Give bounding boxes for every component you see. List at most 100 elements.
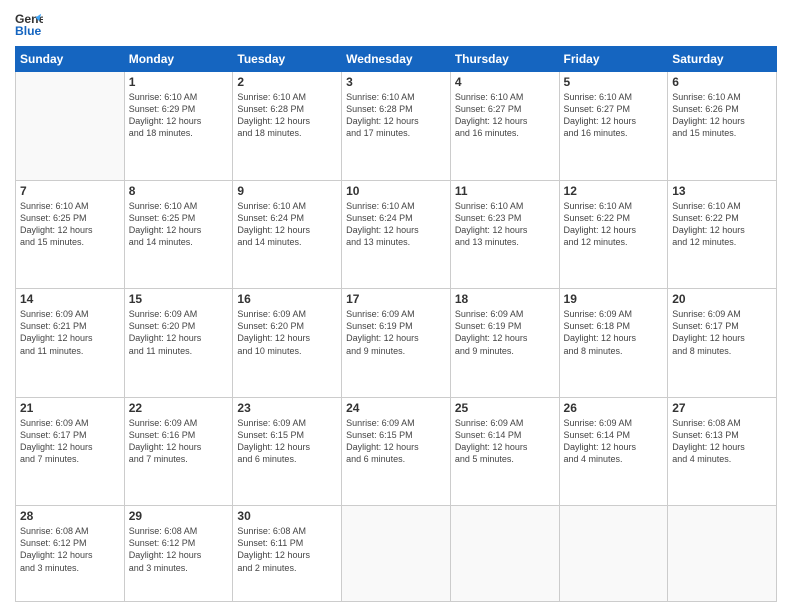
calendar-cell: 7 Sunrise: 6:10 AM Sunset: 6:25 PM Daylig…	[16, 180, 125, 289]
day-info: Sunrise: 6:09 AM Sunset: 6:19 PM Dayligh…	[455, 308, 555, 357]
calendar-cell: 23 Sunrise: 6:09 AM Sunset: 6:15 PM Dayli…	[233, 397, 342, 506]
day-info: Sunrise: 6:09 AM Sunset: 6:14 PM Dayligh…	[564, 417, 664, 466]
day-number: 2	[237, 75, 337, 89]
day-info: Sunrise: 6:09 AM Sunset: 6:18 PM Dayligh…	[564, 308, 664, 357]
day-info: Sunrise: 6:08 AM Sunset: 6:12 PM Dayligh…	[129, 525, 229, 574]
day-number: 16	[237, 292, 337, 306]
weekday-header: Friday	[559, 47, 668, 72]
day-info: Sunrise: 6:08 AM Sunset: 6:13 PM Dayligh…	[672, 417, 772, 466]
weekday-header: Monday	[124, 47, 233, 72]
calendar-cell: 1 Sunrise: 6:10 AM Sunset: 6:29 PM Daylig…	[124, 72, 233, 181]
day-info: Sunrise: 6:10 AM Sunset: 6:23 PM Dayligh…	[455, 200, 555, 249]
day-number: 5	[564, 75, 664, 89]
calendar-cell: 25Sunrise: 6:09 AM Sunset: 6:14 PM Dayli…	[450, 397, 559, 506]
day-info: Sunrise: 6:10 AM Sunset: 6:28 PM Dayligh…	[237, 91, 337, 140]
day-info: Sunrise: 6:09 AM Sunset: 6:21 PM Dayligh…	[20, 308, 120, 357]
day-info: Sunrise: 6:10 AM Sunset: 6:22 PM Dayligh…	[564, 200, 664, 249]
day-number: 9	[237, 184, 337, 198]
day-number: 10	[346, 184, 446, 198]
calendar-cell: 11 Sunrise: 6:10 AM Sunset: 6:23 PM Dayli…	[450, 180, 559, 289]
day-number: 29	[129, 509, 229, 523]
week-row: 28 Sunrise: 6:08 AM Sunset: 6:12 PM Dayli…	[16, 506, 777, 602]
weekday-header: Wednesday	[342, 47, 451, 72]
calendar-cell: 12 Sunrise: 6:10 AM Sunset: 6:22 PM Dayli…	[559, 180, 668, 289]
calendar-cell: 30 Sunrise: 6:08 AM Sunset: 6:11 PM Dayli…	[233, 506, 342, 602]
day-info: Sunrise: 6:09 AM Sunset: 6:14 PM Dayligh…	[455, 417, 555, 466]
day-number: 15	[129, 292, 229, 306]
day-number: 7	[20, 184, 120, 198]
day-info: Sunrise: 6:10 AM Sunset: 6:22 PM Dayligh…	[672, 200, 772, 249]
day-info: Sunrise: 6:10 AM Sunset: 6:25 PM Dayligh…	[20, 200, 120, 249]
day-number: 28	[20, 509, 120, 523]
day-number: 20	[672, 292, 772, 306]
day-number: 26	[564, 401, 664, 415]
day-number: 11	[455, 184, 555, 198]
calendar-cell: 15Sunrise: 6:09 AM Sunset: 6:20 PM Dayli…	[124, 289, 233, 398]
calendar-cell: 9 Sunrise: 6:10 AM Sunset: 6:24 PM Daylig…	[233, 180, 342, 289]
calendar-cell: 16 Sunrise: 6:09 AM Sunset: 6:20 PM Dayli…	[233, 289, 342, 398]
calendar-cell: 26 Sunrise: 6:09 AM Sunset: 6:14 PM Dayli…	[559, 397, 668, 506]
day-info: Sunrise: 6:08 AM Sunset: 6:11 PM Dayligh…	[237, 525, 337, 574]
week-row: 21 Sunrise: 6:09 AM Sunset: 6:17 PM Dayli…	[16, 397, 777, 506]
day-info: Sunrise: 6:10 AM Sunset: 6:25 PM Dayligh…	[129, 200, 229, 249]
day-info: Sunrise: 6:10 AM Sunset: 6:24 PM Dayligh…	[346, 200, 446, 249]
calendar-cell: 8Sunrise: 6:10 AM Sunset: 6:25 PM Daylig…	[124, 180, 233, 289]
calendar-cell: 29 Sunrise: 6:08 AM Sunset: 6:12 PM Dayli…	[124, 506, 233, 602]
calendar-cell	[342, 506, 451, 602]
calendar-cell: 6Sunrise: 6:10 AM Sunset: 6:26 PM Daylig…	[668, 72, 777, 181]
calendar-cell: 21 Sunrise: 6:09 AM Sunset: 6:17 PM Dayli…	[16, 397, 125, 506]
calendar-cell: 20 Sunrise: 6:09 AM Sunset: 6:17 PM Dayli…	[668, 289, 777, 398]
day-info: Sunrise: 6:09 AM Sunset: 6:20 PM Dayligh…	[237, 308, 337, 357]
day-info: Sunrise: 6:09 AM Sunset: 6:15 PM Dayligh…	[346, 417, 446, 466]
calendar-cell: 2 Sunrise: 6:10 AM Sunset: 6:28 PM Daylig…	[233, 72, 342, 181]
weekday-header: Saturday	[668, 47, 777, 72]
header: General Blue	[15, 10, 777, 38]
calendar-cell: 28 Sunrise: 6:08 AM Sunset: 6:12 PM Dayli…	[16, 506, 125, 602]
weekday-header-row: SundayMondayTuesdayWednesdayThursdayFrid…	[16, 47, 777, 72]
calendar-cell	[559, 506, 668, 602]
week-row: 7 Sunrise: 6:10 AM Sunset: 6:25 PM Daylig…	[16, 180, 777, 289]
day-info: Sunrise: 6:09 AM Sunset: 6:15 PM Dayligh…	[237, 417, 337, 466]
day-number: 4	[455, 75, 555, 89]
day-number: 17	[346, 292, 446, 306]
day-info: Sunrise: 6:10 AM Sunset: 6:27 PM Dayligh…	[455, 91, 555, 140]
day-number: 6	[672, 75, 772, 89]
day-number: 12	[564, 184, 664, 198]
calendar-cell	[16, 72, 125, 181]
calendar-cell: 22 Sunrise: 6:09 AM Sunset: 6:16 PM Dayli…	[124, 397, 233, 506]
calendar-cell: 19 Sunrise: 6:09 AM Sunset: 6:18 PM Dayli…	[559, 289, 668, 398]
day-number: 14	[20, 292, 120, 306]
day-info: Sunrise: 6:09 AM Sunset: 6:16 PM Dayligh…	[129, 417, 229, 466]
calendar-table: SundayMondayTuesdayWednesdayThursdayFrid…	[15, 46, 777, 602]
day-number: 27	[672, 401, 772, 415]
day-number: 18	[455, 292, 555, 306]
calendar-cell: 13 Sunrise: 6:10 AM Sunset: 6:22 PM Dayli…	[668, 180, 777, 289]
calendar-cell: 18 Sunrise: 6:09 AM Sunset: 6:19 PM Dayli…	[450, 289, 559, 398]
weekday-header: Sunday	[16, 47, 125, 72]
day-info: Sunrise: 6:08 AM Sunset: 6:12 PM Dayligh…	[20, 525, 120, 574]
day-number: 22	[129, 401, 229, 415]
logo: General Blue	[15, 10, 43, 38]
day-number: 21	[20, 401, 120, 415]
page: General Blue SundayMondayTuesdayWednesda…	[0, 0, 792, 612]
day-info: Sunrise: 6:09 AM Sunset: 6:17 PM Dayligh…	[672, 308, 772, 357]
calendar-cell: 17 Sunrise: 6:09 AM Sunset: 6:19 PM Dayli…	[342, 289, 451, 398]
day-info: Sunrise: 6:10 AM Sunset: 6:24 PM Dayligh…	[237, 200, 337, 249]
day-number: 13	[672, 184, 772, 198]
calendar-cell: 3Sunrise: 6:10 AM Sunset: 6:28 PM Daylig…	[342, 72, 451, 181]
day-number: 3	[346, 75, 446, 89]
day-info: Sunrise: 6:09 AM Sunset: 6:17 PM Dayligh…	[20, 417, 120, 466]
calendar-cell: 5 Sunrise: 6:10 AM Sunset: 6:27 PM Daylig…	[559, 72, 668, 181]
week-row: 14 Sunrise: 6:09 AM Sunset: 6:21 PM Dayli…	[16, 289, 777, 398]
day-number: 30	[237, 509, 337, 523]
day-number: 1	[129, 75, 229, 89]
logo-icon: General Blue	[15, 10, 43, 38]
calendar-cell: 4 Sunrise: 6:10 AM Sunset: 6:27 PM Daylig…	[450, 72, 559, 181]
weekday-header: Tuesday	[233, 47, 342, 72]
day-number: 23	[237, 401, 337, 415]
day-info: Sunrise: 6:09 AM Sunset: 6:19 PM Dayligh…	[346, 308, 446, 357]
day-number: 19	[564, 292, 664, 306]
day-number: 24	[346, 401, 446, 415]
day-info: Sunrise: 6:10 AM Sunset: 6:27 PM Dayligh…	[564, 91, 664, 140]
day-info: Sunrise: 6:10 AM Sunset: 6:29 PM Dayligh…	[129, 91, 229, 140]
